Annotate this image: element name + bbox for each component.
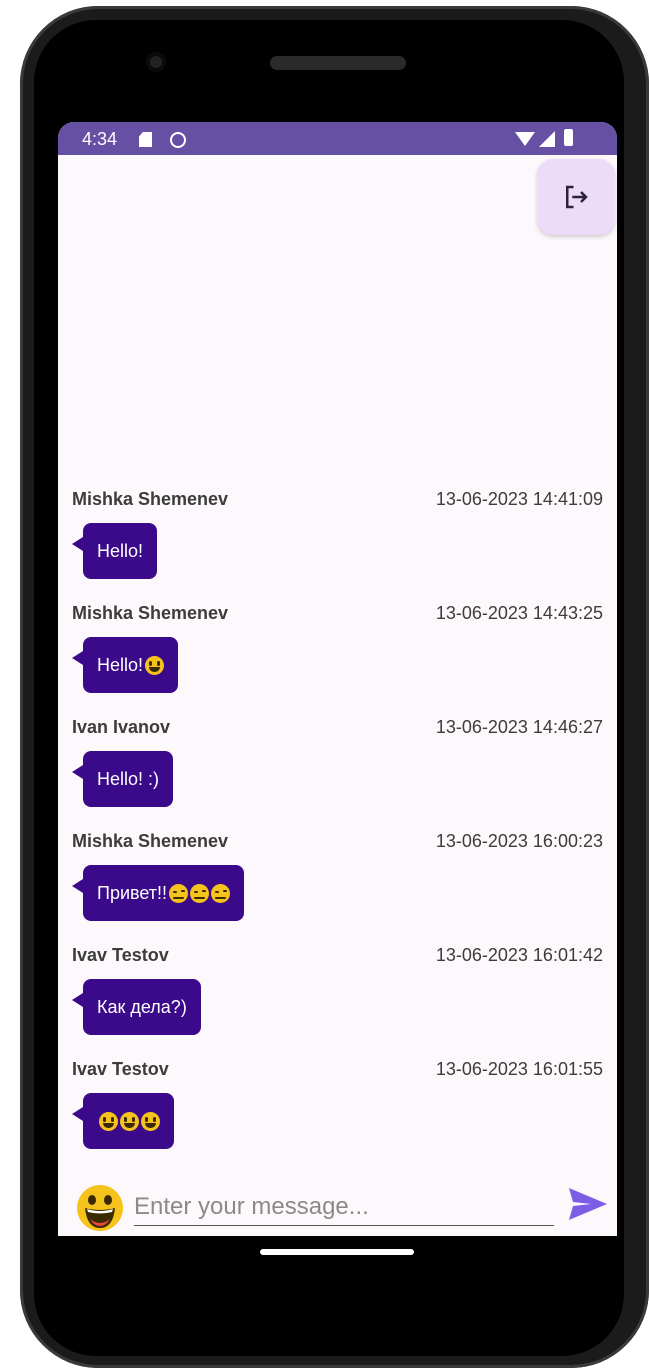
message-bubble[interactable]: Hello! xyxy=(71,523,158,579)
battery-icon xyxy=(564,129,573,146)
message-bubble[interactable]: Hello! :) xyxy=(71,751,174,807)
message-bubble[interactable]: Как дела?) xyxy=(72,979,201,1035)
earpiece-speaker xyxy=(270,56,406,70)
message-text: Hello! xyxy=(97,540,144,561)
composer-bar xyxy=(58,1167,617,1236)
winking-emoji-icon xyxy=(169,883,189,903)
wifi-icon xyxy=(515,132,535,146)
message-input[interactable] xyxy=(134,1189,554,1226)
message-timestamp: 13-06-2023 16:01:55 xyxy=(435,1059,603,1079)
status-time: 4:34 xyxy=(82,129,118,149)
grinning-emoji-icon xyxy=(120,1111,139,1131)
logout-button[interactable] xyxy=(537,159,615,235)
sender-name: Mishka Shemenev xyxy=(72,603,229,623)
message-timestamp: 13-06-2023 16:01:42 xyxy=(435,945,603,965)
sender-name: Ivan Ivanov xyxy=(72,717,171,737)
message-bubble[interactable]: Hello! xyxy=(71,637,179,693)
message-bubble[interactable]: Привет!! xyxy=(71,865,245,921)
message-text: Hello! :) xyxy=(97,768,160,789)
send-icon[interactable] xyxy=(567,1186,609,1222)
front-camera xyxy=(146,52,166,72)
winking-emoji-icon xyxy=(190,883,210,903)
camera-status-icon xyxy=(170,132,186,148)
message-timestamp: 13-06-2023 14:43:25 xyxy=(435,603,603,623)
laughing-emoji-icon[interactable] xyxy=(76,1184,124,1232)
message-timestamp: 13-06-2023 16:00:23 xyxy=(435,831,603,851)
grinning-emoji-icon xyxy=(141,1111,160,1131)
message-text: Hello! xyxy=(97,654,144,675)
grinning-emoji-icon xyxy=(145,655,165,675)
app-screen: 4:34 Mishka Shemenev 13-06-2023 14:41:09 H… xyxy=(58,122,617,1236)
winking-emoji-icon xyxy=(211,883,231,903)
grinning-emoji-icon xyxy=(99,1111,118,1131)
message-timestamp: 13-06-2023 14:46:27 xyxy=(435,717,603,737)
message-bubble[interactable] xyxy=(72,1093,174,1149)
sender-name: Mishka Shemenev xyxy=(72,489,229,509)
status-bar: 4:34 xyxy=(58,122,617,155)
logout-icon xyxy=(566,185,588,209)
sender-name: Ivav Testov xyxy=(72,1059,169,1079)
message-timestamp: 13-06-2023 14:41:09 xyxy=(435,489,603,509)
message-text: Как дела?) xyxy=(97,996,187,1017)
sender-name: Mishka Shemenev xyxy=(72,831,229,851)
sd-card-icon xyxy=(139,132,152,147)
sender-name: Ivav Testov xyxy=(72,945,169,965)
signal-icon xyxy=(539,131,555,147)
home-indicator[interactable] xyxy=(260,1249,414,1255)
message-text: Привет!! xyxy=(97,882,168,903)
